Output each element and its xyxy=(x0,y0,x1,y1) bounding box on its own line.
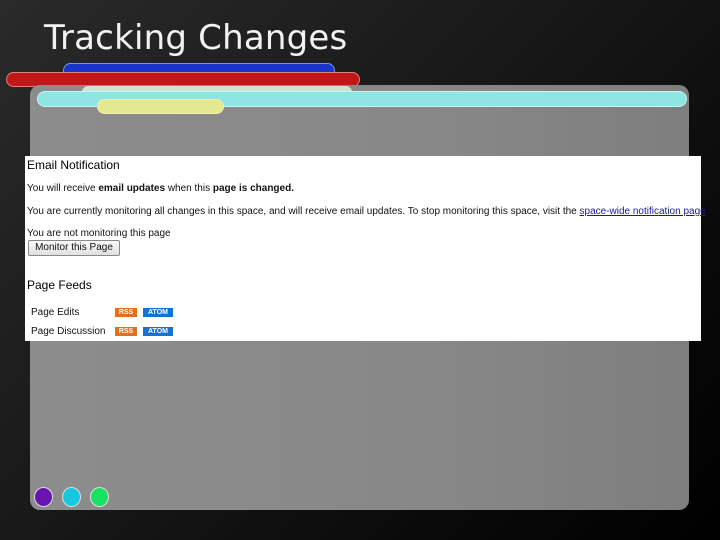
email-line-text-2: when this xyxy=(165,183,213,194)
feed-row-page-discussion: Page Discussion RSS ATOM xyxy=(31,326,179,337)
page-feeds-heading: Page Feeds xyxy=(27,278,92,292)
embedded-screenshot: Email Notification You will receive emai… xyxy=(25,156,706,341)
decorative-bar-yellow xyxy=(97,99,224,114)
email-line-bold-1: email updates xyxy=(98,183,166,194)
email-line-bold-2: page is changed. xyxy=(212,183,294,194)
rss-feed-badge[interactable]: RSS xyxy=(115,326,137,336)
atom-feed-badge[interactable]: ATOM xyxy=(143,307,173,317)
monitor-page-button[interactable]: Monitor this Page xyxy=(28,240,120,256)
purple-circle-icon xyxy=(34,487,53,507)
atom-feed-badge[interactable]: ATOM xyxy=(143,326,173,336)
slide-title: Tracking Changes xyxy=(44,18,348,58)
monitoring-space-line: You are currently monitoring all changes… xyxy=(27,206,706,217)
monitoring-space-text: You are currently monitoring all changes… xyxy=(27,206,580,217)
cyan-circle-icon xyxy=(62,487,81,507)
not-monitoring-text: You are not monitoring this page xyxy=(27,228,171,239)
feed-row-page-edits: Page Edits RSS ATOM xyxy=(31,307,179,318)
email-notification-heading: Email Notification xyxy=(27,158,120,172)
email-line-text: You will receive xyxy=(27,183,99,194)
green-circle-icon xyxy=(90,487,109,507)
email-updates-line: You will receive email updates when this… xyxy=(27,183,294,194)
rss-feed-badge[interactable]: RSS xyxy=(115,307,137,317)
feed-label: Page Discussion xyxy=(31,326,106,337)
space-wide-notification-link[interactable]: space-wide notification page xyxy=(580,206,706,217)
feed-label: Page Edits xyxy=(31,307,80,318)
